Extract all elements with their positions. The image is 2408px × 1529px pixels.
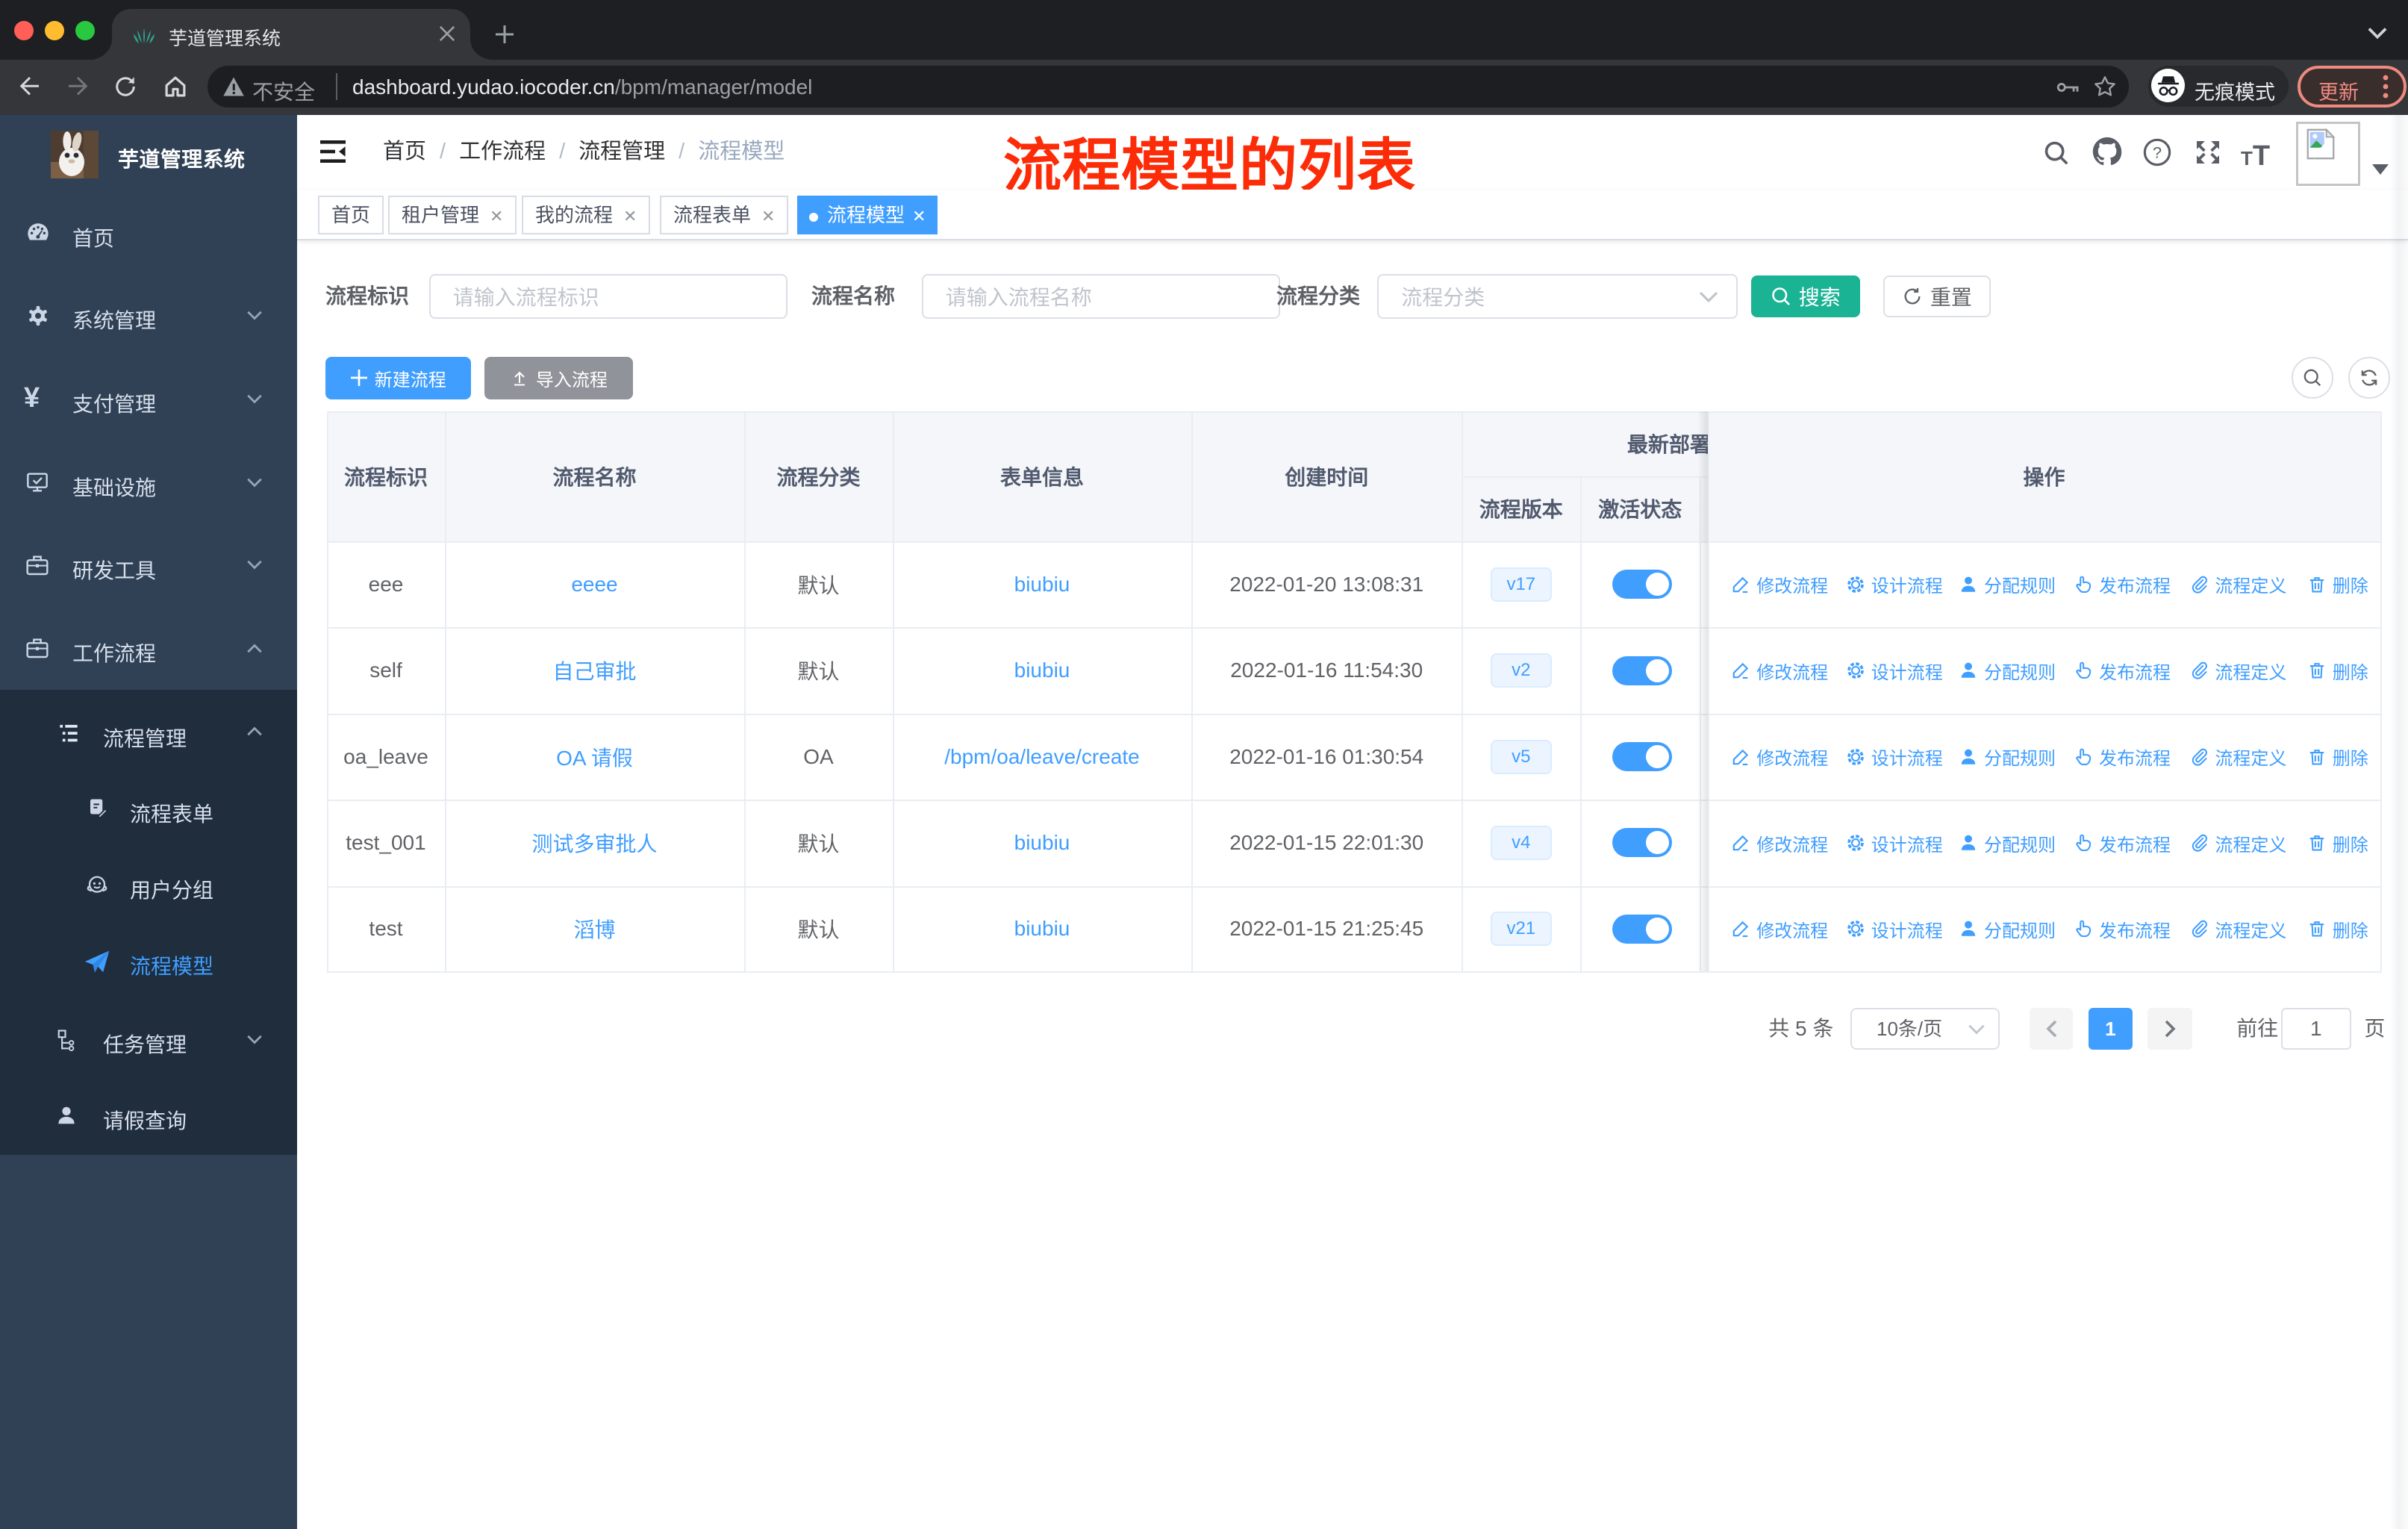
svg-text:?: ? bbox=[2153, 143, 2162, 162]
